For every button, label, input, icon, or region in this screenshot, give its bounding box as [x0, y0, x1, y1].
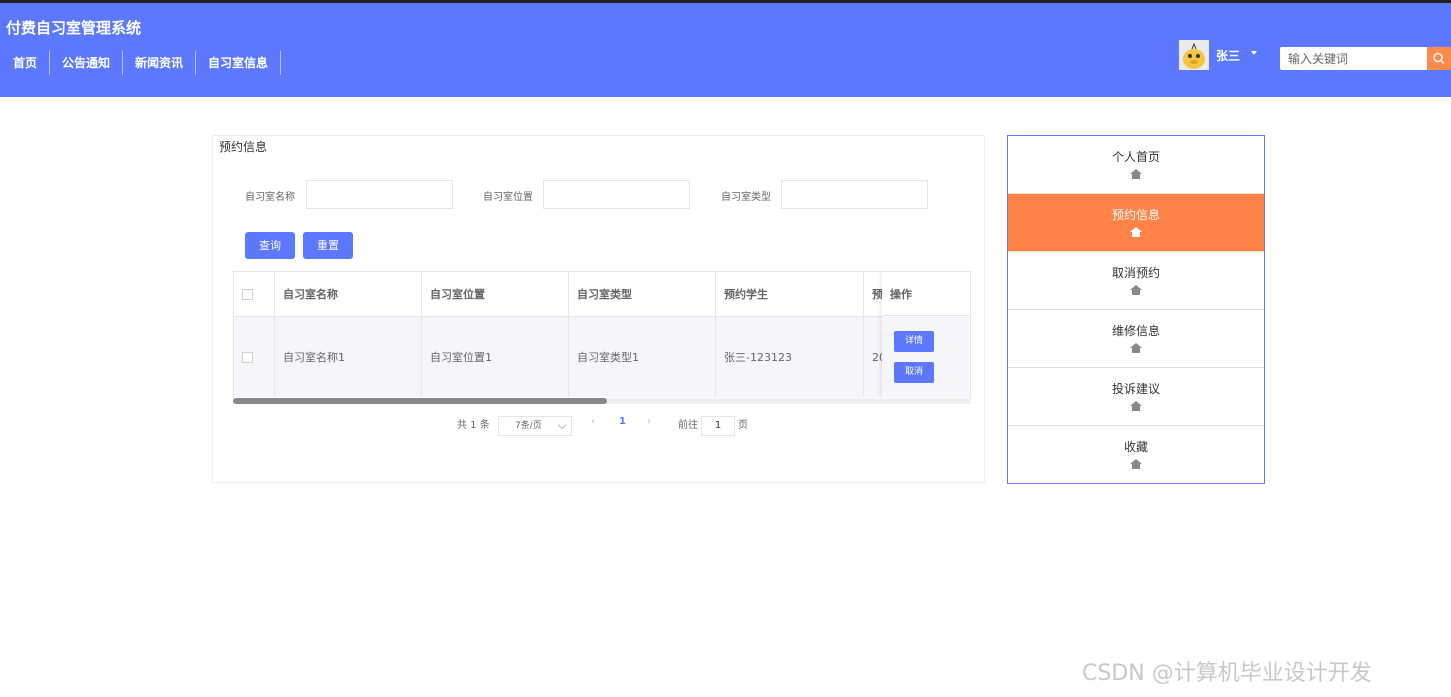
col-actions: 操作 — [882, 272, 970, 316]
room-location-input[interactable] — [543, 180, 690, 209]
home-icon — [1130, 459, 1142, 469]
table-row[interactable]: 自习室名称1 自习室位置1 自习室类型1 张三-123123 20 — [234, 317, 970, 397]
col-room-name[interactable]: 自习室名称 — [275, 272, 422, 316]
nav-item-notices[interactable]: 公告通知 — [50, 51, 124, 75]
sidebar-item-label: 取消预约 — [1111, 266, 1160, 280]
goto-page-input[interactable]: 1 — [701, 416, 735, 436]
search-icon — [1433, 52, 1445, 64]
detail-button[interactable]: 详情 — [894, 331, 934, 352]
next-page-icon[interactable]: › — [647, 416, 651, 427]
search-button[interactable] — [1427, 47, 1451, 70]
actions-cell: 详情 取消 — [882, 317, 970, 397]
col-room-location[interactable]: 自习室位置 — [422, 272, 569, 316]
scrollbar-thumb[interactable] — [233, 398, 607, 404]
cancel-button[interactable]: 取消 — [894, 362, 934, 383]
watermark: CSDN @计算机毕业设计开发 — [1082, 661, 1372, 686]
query-button[interactable]: 查询 — [245, 232, 295, 259]
username[interactable]: 张三 — [1216, 47, 1240, 64]
home-icon — [1130, 169, 1142, 179]
filter-label-room-type: 自习室类型 — [721, 192, 771, 203]
chevron-down-icon[interactable] — [1251, 51, 1257, 55]
sidebar-item-reservations[interactable]: 预约信息 — [1008, 194, 1264, 252]
home-icon — [1130, 343, 1142, 353]
reset-button[interactable]: 重置 — [303, 232, 353, 259]
room-type-input[interactable] — [781, 180, 928, 209]
total-count: 共 1 条 — [457, 420, 490, 431]
sidebar-item-favorites[interactable]: 收藏 — [1008, 426, 1264, 484]
select-all-checkbox[interactable] — [242, 288, 253, 300]
nav-item-news[interactable]: 新闻资讯 — [123, 51, 197, 75]
sidebar-item-label: 个人首页 — [1111, 150, 1160, 164]
col-student[interactable]: 预约学生 — [716, 272, 864, 316]
row-checkbox-cell — [234, 317, 275, 397]
sidebar-item-profile-home[interactable]: 个人首页 — [1008, 136, 1264, 194]
cell-student: 张三-123123 — [716, 317, 864, 397]
table-header: 自习室名称 自习室位置 自习室类型 预约学生 预 — [234, 272, 970, 317]
actions-column: 操作 详情 取消 — [882, 272, 970, 398]
home-icon — [1130, 401, 1142, 411]
header-checkbox-cell — [234, 272, 275, 316]
search-input[interactable] — [1280, 47, 1428, 70]
sidebar-item-cancel-reservation[interactable]: 取消预约 — [1008, 252, 1264, 310]
page-size-select[interactable]: 7条/页 — [498, 416, 572, 436]
cell-room-name: 自习室名称1 — [275, 317, 422, 397]
row-checkbox[interactable] — [242, 351, 253, 363]
goto-label: 前往 — [678, 420, 698, 431]
home-icon — [1130, 285, 1142, 295]
reservation-table: 自习室名称 自习室位置 自习室类型 预约学生 预 自习室名称1 自习室位置1 自… — [233, 271, 971, 399]
sidebar-item-complaints[interactable]: 投诉建议 — [1008, 368, 1264, 426]
current-page[interactable]: 1 — [619, 416, 626, 427]
nav-item-home[interactable]: 首页 — [0, 51, 51, 75]
sidebar-item-label: 维修信息 — [1111, 324, 1160, 338]
sidebar-item-label: 预约信息 — [1111, 208, 1160, 222]
main-nav: 首页 公告通知 新闻资讯 自习室信息 — [0, 51, 282, 75]
sidebar-item-repairs[interactable]: 维修信息 — [1008, 310, 1264, 368]
home-icon — [1130, 227, 1142, 237]
avatar[interactable] — [1179, 40, 1209, 70]
cell-room-location: 自习室位置1 — [422, 317, 569, 397]
filter-label-room-name: 自习室名称 — [245, 192, 295, 203]
room-name-input[interactable] — [306, 180, 453, 209]
horizontal-scrollbar[interactable] — [233, 398, 971, 404]
chevron-down-icon — [557, 420, 567, 430]
reservation-panel: 预约信息 自习室名称 自习室位置 自习室类型 查询 重置 自习室名称 自习室位置… — [212, 135, 985, 483]
sidebar-item-label: 收藏 — [1123, 440, 1148, 454]
top-header: 付费自习室管理系统 首页 公告通知 新闻资讯 自习室信息 张三 — [0, 3, 1451, 97]
page-unit-label: 页 — [738, 420, 748, 431]
prev-page-icon[interactable]: ‹ — [591, 416, 595, 427]
nav-item-study-rooms[interactable]: 自习室信息 — [196, 51, 282, 75]
col-room-type[interactable]: 自习室类型 — [569, 272, 716, 316]
panel-title: 预约信息 — [219, 140, 268, 154]
page-size-value: 7条/页 — [515, 421, 542, 431]
user-sidebar: 个人首页 预约信息 取消预约 维修信息 投诉建议 收藏 — [1007, 135, 1265, 484]
sidebar-item-label: 投诉建议 — [1111, 382, 1160, 396]
filter-label-room-location: 自习室位置 — [483, 192, 533, 203]
site-title: 付费自习室管理系统 — [6, 19, 142, 37]
cell-room-type: 自习室类型1 — [569, 317, 716, 397]
